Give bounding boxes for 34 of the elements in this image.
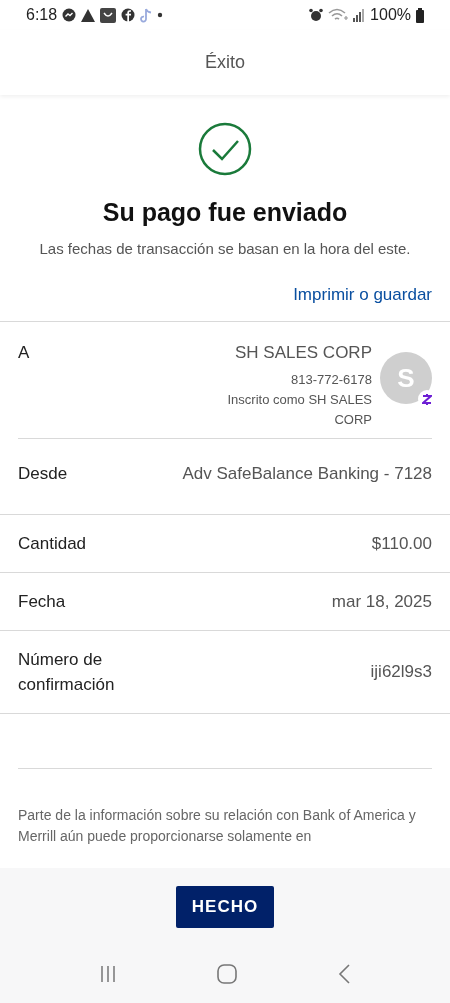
battery-percentage: 100% [370,5,411,25]
battery-icon [416,7,424,23]
success-check-icon [198,122,252,176]
row-label: Número de confirmación [18,648,116,696]
row-value: mar 18, 2025 [330,590,432,613]
facebook-icon [121,8,136,22]
confirmation-subtitle: Las fechas de transacción se basan en la hora del este. [39,238,411,259]
row-label: Cantidad [18,532,88,555]
recent-apps-icon[interactable] [100,965,117,983]
print-link[interactable]: Imprimir o guardar [293,281,432,307]
music-note-icon [140,7,153,23]
row-label: A [18,342,30,364]
row-label: Desde [18,462,69,485]
home-icon[interactable] [217,964,237,984]
confirmation-title: Su pago fue enviado [102,197,348,228]
status-time: 6:18 [26,5,58,25]
row-value: $110.00 [370,532,432,555]
recipient-phone: 813-772-6178 [291,370,372,389]
disclaimer-text: Parte de la información sobre su relación con Bank of America y Merrill aún puede proporcionarse solamente en [18,805,417,846]
back-icon[interactable] [337,964,350,984]
recipient-name: SH SALES CORP [235,342,372,364]
warning-icon [81,8,96,22]
signal-icon [353,8,366,22]
page-title: Éxito [205,51,245,74]
wifi-icon [328,8,349,22]
zelle-icon [422,392,432,406]
dot-icon [157,12,164,18]
row-label: Fecha [18,590,67,613]
done-button[interactable]: HECHO [176,885,274,928]
recipient-enrollment: Inscrito como SH SALES CORP [226,390,372,429]
row-value: Adv SafeBalance Banking - 7128 [182,462,432,485]
bag-icon [100,7,117,23]
row-value: iji62l9s3 [369,661,432,683]
messenger-icon [62,8,77,22]
